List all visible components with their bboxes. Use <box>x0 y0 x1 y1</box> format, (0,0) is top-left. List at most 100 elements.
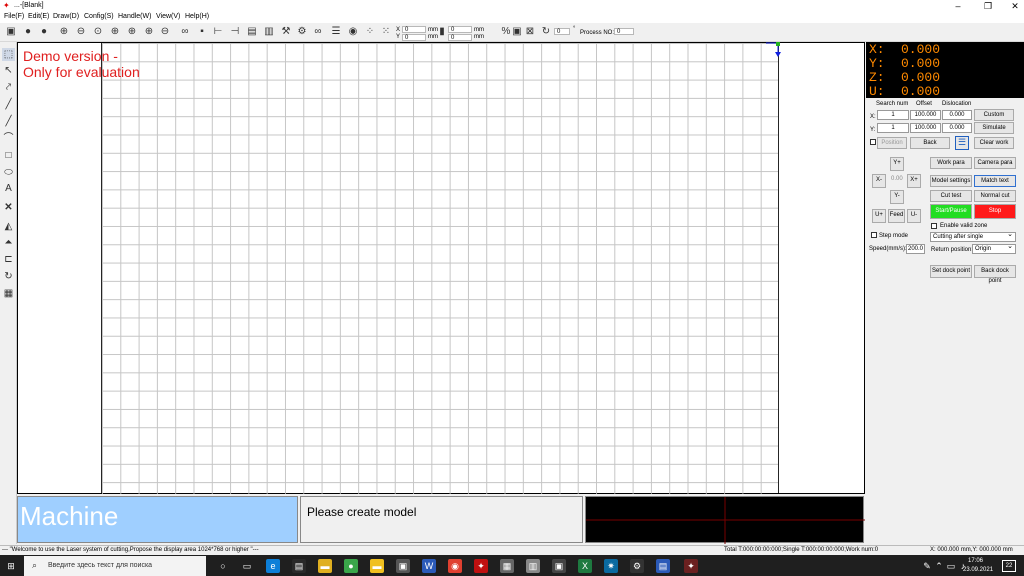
align-right-icon[interactable]: ⊣ <box>229 26 241 38</box>
cortana-icon[interactable]: ○ <box>216 559 230 573</box>
edge-icon[interactable]: e <box>266 559 280 573</box>
zoom-page-icon[interactable]: ⊕ <box>143 26 155 38</box>
grid-dots-icon[interactable]: ⁙ <box>380 26 392 38</box>
notification-icon[interactable]: 22 <box>1002 560 1016 572</box>
menu-file[interactable]: File(F) <box>4 13 24 20</box>
x-minus-button[interactable]: X- <box>872 174 886 188</box>
rotate-icon[interactable]: ↻ <box>540 26 552 38</box>
match-text-button[interactable]: Match text <box>974 175 1016 187</box>
back-dock-point-button[interactable]: Back dock point <box>974 265 1016 284</box>
menu-view[interactable]: View(V) <box>156 13 180 20</box>
polyline-tool-icon[interactable]: ╱ <box>2 115 15 128</box>
app-green-icon[interactable]: ● <box>344 559 358 573</box>
line-tool-icon[interactable]: ╱ <box>2 98 15 111</box>
tray-arrow-icon[interactable]: ⌃ <box>934 559 944 573</box>
zoom-in-icon[interactable]: ⊕ <box>58 26 70 38</box>
menu-handle[interactable]: Handle(W) <box>118 13 151 20</box>
taskbar-search[interactable]: ⌕ Введите здесь текст для поиска <box>24 556 206 576</box>
menu-edit[interactable]: Edit(E) <box>28 13 49 20</box>
mirror-icon[interactable]: ▣ <box>511 26 523 38</box>
app-dark-icon[interactable]: ▣ <box>396 559 410 573</box>
zoom-window-icon[interactable]: ⊕ <box>109 26 121 38</box>
x-dislocation-input[interactable]: 0.000 <box>942 110 972 120</box>
chrome-icon[interactable]: ◉ <box>448 559 462 573</box>
y-dislocation-input[interactable]: 0.000 <box>942 123 972 133</box>
clock-time[interactable]: 17:06 <box>968 558 983 564</box>
step-mode-checkbox[interactable] <box>871 232 877 238</box>
pointer-tool-icon[interactable]: ↖ <box>2 64 15 77</box>
y-offset-input[interactable]: 100.000 <box>910 123 941 133</box>
x-offset-input[interactable]: 100.000 <box>910 110 941 120</box>
store-icon[interactable]: ▤ <box>292 559 306 573</box>
cut-test-button[interactable]: Cut test <box>930 190 972 202</box>
width-input[interactable]: 0 <box>448 26 472 33</box>
laser-app-taskbar-icon[interactable]: ✦ <box>684 559 698 573</box>
layout-icon[interactable]: ☰ <box>955 136 969 150</box>
stop-button[interactable]: Stop <box>974 204 1016 219</box>
position-checkbox[interactable] <box>870 139 876 145</box>
model-settings-button[interactable]: Model settings <box>930 175 972 187</box>
layers-icon[interactable]: ▤ <box>246 26 258 38</box>
process-no-input[interactable]: 0 <box>614 28 634 35</box>
close-icon[interactable]: ✕ <box>1000 0 1024 12</box>
x-search-num-input[interactable]: 1 <box>877 110 909 120</box>
height-input[interactable]: 0 <box>448 34 472 41</box>
scatter-icon[interactable]: ⁘ <box>364 26 376 38</box>
app-red-icon[interactable]: ✦ <box>474 559 488 573</box>
clock-date[interactable]: 23.09.2021 <box>963 567 993 573</box>
save-icon[interactable]: ▣ <box>5 26 17 38</box>
clear-work-button[interactable]: Clear work <box>974 137 1014 149</box>
x-plus-button[interactable]: X+ <box>907 174 921 188</box>
app-gray-icon[interactable]: ▦ <box>500 559 514 573</box>
enable-valid-zone-checkbox[interactable] <box>931 223 937 229</box>
folder-icon[interactable]: ▬ <box>370 559 384 573</box>
pen-icon[interactable]: ✎ <box>922 559 932 573</box>
task-view-icon[interactable]: ▭ <box>240 559 254 573</box>
y-search-num-input[interactable]: 1 <box>877 123 909 133</box>
position-button[interactable]: Position <box>877 137 907 149</box>
app-tools-icon[interactable]: ⚙ <box>630 559 644 573</box>
work-para-button[interactable]: Work para <box>930 157 972 169</box>
start-pause-button[interactable]: Start/Pause <box>930 204 972 219</box>
network-icon[interactable]: ▭ <box>946 559 956 573</box>
database-icon[interactable]: ☰ <box>330 26 342 38</box>
link-icon[interactable]: ∞ <box>179 26 191 38</box>
custom-button[interactable]: Custom <box>974 109 1014 121</box>
zoom-all-icon[interactable]: ⊕ <box>126 26 138 38</box>
zoom-fit-icon[interactable]: ⊙ <box>92 26 104 38</box>
simulate-button[interactable]: Simulate <box>974 122 1014 134</box>
excel-icon[interactable]: X <box>578 559 592 573</box>
minimize-icon[interactable]: – <box>943 0 973 12</box>
feed-button[interactable]: Feed <box>888 209 905 223</box>
app-light-icon[interactable]: ▥ <box>526 559 540 573</box>
u-minus-button[interactable]: U- <box>907 209 921 223</box>
rotate-angle-input[interactable]: 0 <box>554 28 570 35</box>
align-tool-icon[interactable]: ⊏ <box>2 253 15 266</box>
delete-tool-icon[interactable]: ✕ <box>2 201 15 214</box>
menu-help[interactable]: Help(H) <box>185 13 209 20</box>
maximize-icon[interactable]: ❐ <box>973 0 1003 12</box>
camera-para-button[interactable]: Camera para <box>974 157 1016 169</box>
align-left-icon[interactable]: ⊢ <box>212 26 224 38</box>
back-button[interactable]: Back <box>910 137 950 149</box>
y-position-input[interactable]: 0 <box>402 34 426 41</box>
zoom-select-icon[interactable]: ⊖ <box>159 26 171 38</box>
app-blue-icon[interactable]: ✷ <box>604 559 618 573</box>
camera-icon[interactable]: ◉ <box>347 26 359 38</box>
app-terminal-icon[interactable]: ▣ <box>552 559 566 573</box>
x-position-input[interactable]: 0 <box>402 26 426 33</box>
rectangle-tool-icon[interactable]: □ <box>2 149 15 162</box>
file-explorer-icon[interactable]: ▬ <box>318 559 332 573</box>
play-circle-icon[interactable]: ● <box>38 26 50 38</box>
y-minus-button[interactable]: Y- <box>890 190 904 204</box>
menu-config[interactable]: Config(S) <box>84 13 114 20</box>
start-windows-icon[interactable]: ⊞ <box>4 559 18 573</box>
speed-input[interactable]: 200.0 <box>906 244 925 254</box>
node-edit-tool-icon[interactable]: ⤤ <box>2 81 15 94</box>
set-dock-point-button[interactable]: Set dock point <box>930 265 972 278</box>
u-plus-button[interactable]: U+ <box>872 209 886 223</box>
hammer-icon[interactable]: ⚒ <box>280 26 292 38</box>
mirror-h-tool-icon[interactable]: ◭ <box>2 220 15 233</box>
menu-draw[interactable]: Draw(D) <box>53 13 79 20</box>
stop-circle-icon[interactable]: ● <box>22 26 34 38</box>
